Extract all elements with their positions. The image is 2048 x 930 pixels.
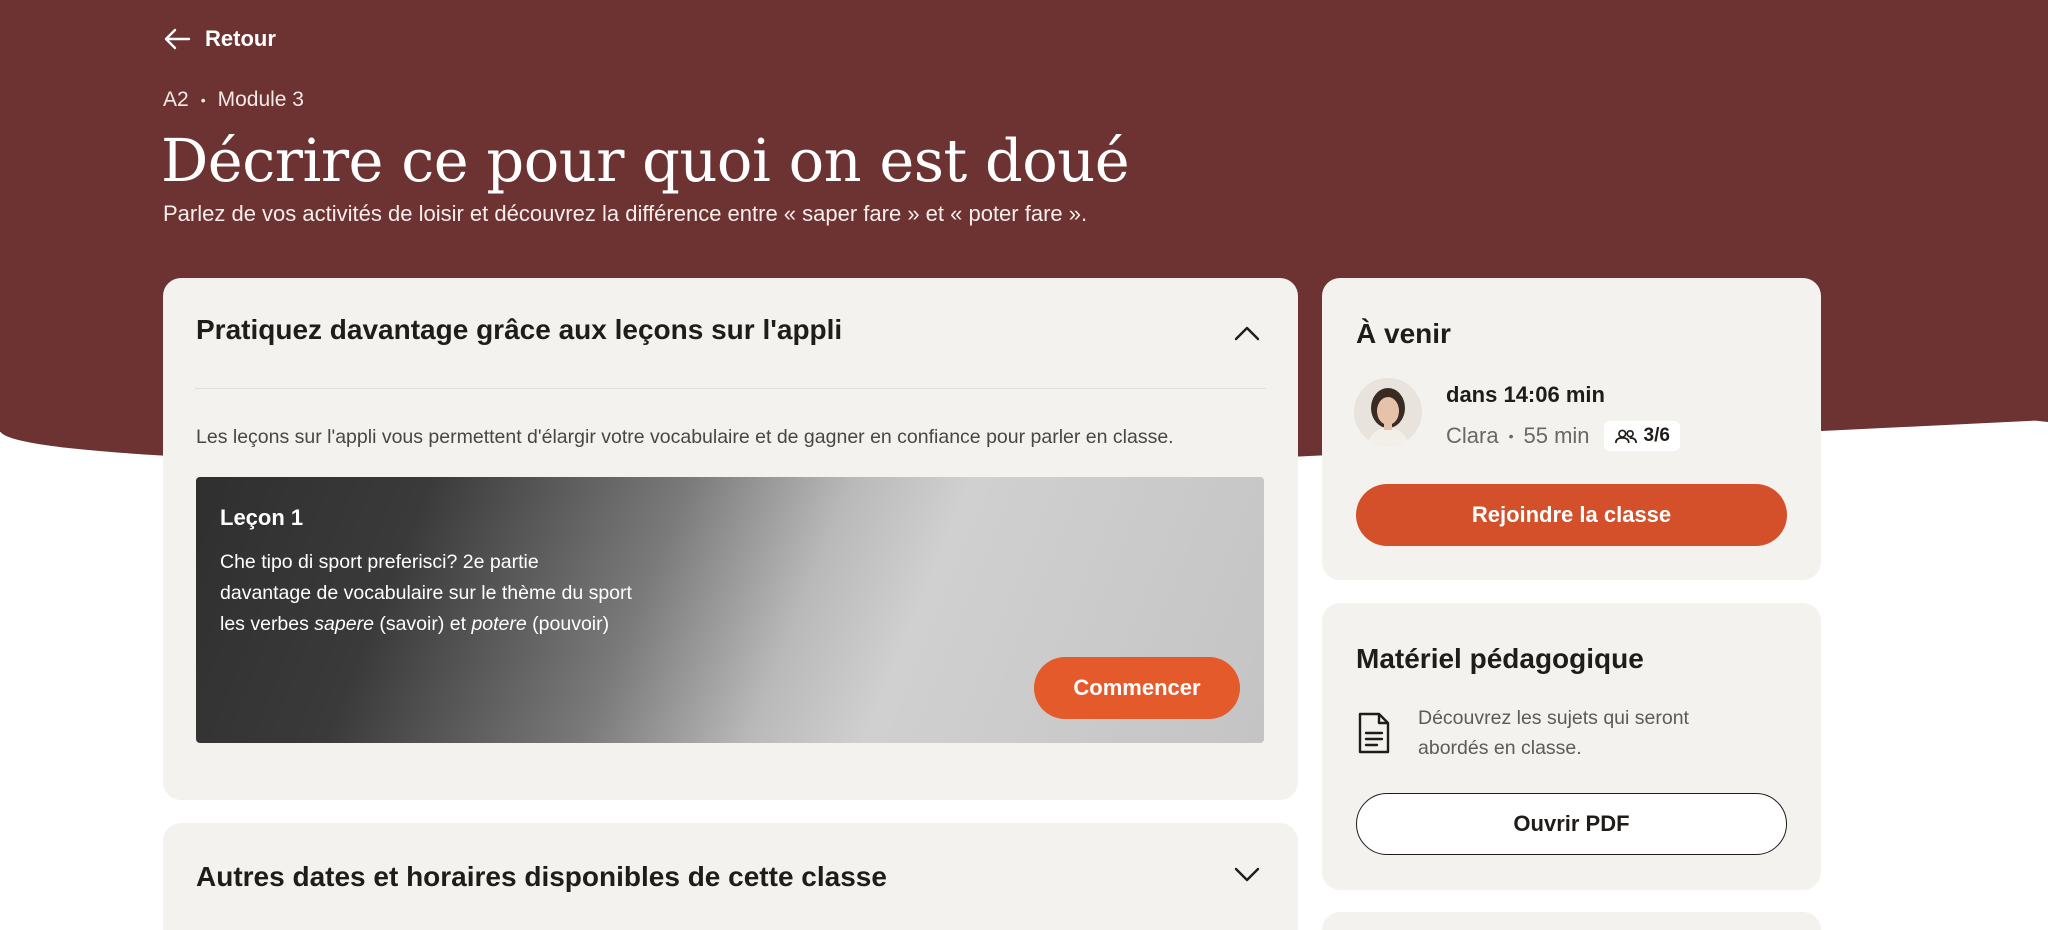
capacity-badge: 3/6 xyxy=(1603,421,1680,451)
lesson-verb-sapere: sapere xyxy=(314,613,374,635)
back-label: Retour xyxy=(205,26,276,51)
app-lessons-card: Pratiquez davantage grâce aux leçons sur… xyxy=(163,278,1298,800)
lesson-line-2: davantage de vocabulaire sur le thème du… xyxy=(220,582,632,604)
chevron-up-icon[interactable] xyxy=(1233,324,1261,342)
arrow-left-icon xyxy=(164,28,191,50)
teacher-portrait-icon xyxy=(1354,378,1422,446)
material-heading: Matériel pédagogique xyxy=(1356,643,1644,674)
breadcrumb: A2 • Module 3 xyxy=(163,88,304,112)
lesson-title: Leçon 1 xyxy=(220,505,304,530)
separator-dot: • xyxy=(200,92,206,108)
lesson-line-3-prefix: les verbes xyxy=(220,613,315,635)
page-subtitle: Parlez de vos activités de loisir et déc… xyxy=(163,201,1088,226)
teaching-material-card: Matériel pédagogique Découvrez les sujet… xyxy=(1322,603,1821,890)
teacher-name: Clara xyxy=(1446,423,1499,448)
chevron-down-icon[interactable] xyxy=(1233,866,1261,884)
app-lessons-heading: Pratiquez davantage grâce aux leçons sur… xyxy=(196,314,843,345)
open-pdf-button[interactable]: Ouvrir PDF xyxy=(1356,793,1787,855)
class-start-time: dans 14:06 min xyxy=(1446,382,1605,407)
card-divider xyxy=(195,388,1266,389)
lesson-line-3-mid: (savoir) et xyxy=(373,613,472,635)
lesson-description: Che tipo di sport preferisci? 2e partie … xyxy=(220,547,632,640)
lesson-line-3-suffix: (pouvoir) xyxy=(526,613,610,635)
people-icon xyxy=(1614,429,1637,443)
level-label: A2 xyxy=(163,88,189,111)
join-class-button[interactable]: Rejoindre la classe xyxy=(1356,484,1787,546)
lesson-card[interactable]: Leçon 1 Che tipo di sport preferisci? 2e… xyxy=(196,477,1264,743)
material-description: Découvrez les sujets qui seront abordés … xyxy=(1418,707,1689,759)
lesson-line-3: les verbes sapere (savoir) et potere (po… xyxy=(220,609,632,640)
upcoming-heading: À venir xyxy=(1356,318,1451,349)
other-dates-card[interactable]: Autres dates et horaires disponibles de … xyxy=(163,823,1298,930)
separator-dot: • xyxy=(1508,428,1514,444)
app-lessons-intro: Les leçons sur l'appli vous permettent d… xyxy=(196,426,1174,448)
page-title: Décrire ce pour quoi on est doué xyxy=(161,126,1130,195)
lesson-verb-potere: potere xyxy=(471,613,527,635)
module-label: Module 3 xyxy=(217,88,304,111)
class-meta: Clara • 55 min 3/6 xyxy=(1446,421,1680,451)
teacher-avatar xyxy=(1354,378,1422,446)
upcoming-class-card: À venir dans 14:06 min Clara • 55 min 3/… xyxy=(1322,278,1821,580)
class-duration: 55 min xyxy=(1523,423,1590,448)
additional-card xyxy=(1322,912,1821,930)
back-button[interactable]: Retour xyxy=(163,26,276,52)
document-icon xyxy=(1358,712,1390,754)
capacity-count: 3/6 xyxy=(1643,425,1670,446)
other-dates-heading: Autres dates et horaires disponibles de … xyxy=(196,861,887,892)
lesson-line-1: Che tipo di sport preferisci? 2e partie xyxy=(220,551,539,573)
start-lesson-button[interactable]: Commencer xyxy=(1034,657,1240,719)
